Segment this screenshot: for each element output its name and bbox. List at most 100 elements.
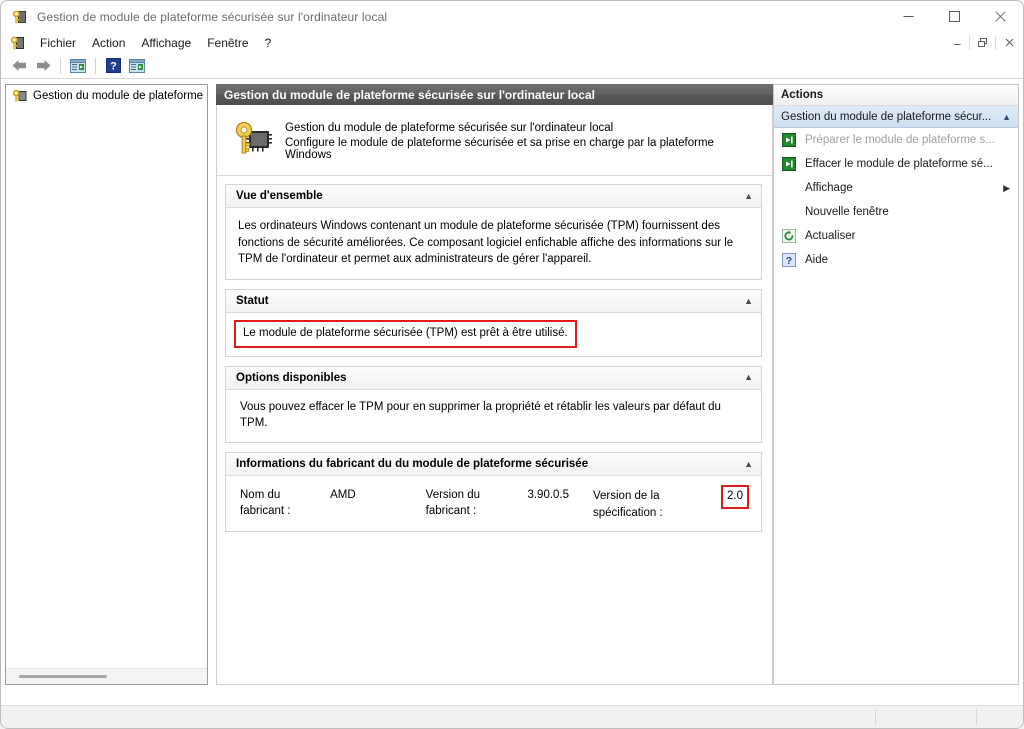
title-bar: Gestion de module de plateforme sécurisé… bbox=[1, 1, 1023, 32]
show-hide-tree-icon[interactable] bbox=[66, 55, 90, 77]
section-overview-header[interactable]: Vue d'ensemble ▲ bbox=[226, 185, 761, 208]
window-controls bbox=[885, 1, 1023, 32]
action-prepare-tpm-label: Préparer le module de plateforme s... bbox=[805, 134, 995, 146]
chevron-up-icon[interactable]: ▲ bbox=[744, 296, 753, 306]
content-pane-header: Gestion du module de plateforme sécurisé… bbox=[216, 84, 773, 105]
back-arrow-icon[interactable] bbox=[7, 55, 31, 77]
section-manufacturer-info-header[interactable]: Informations du fabricant du du module d… bbox=[226, 453, 761, 477]
section-available-options-header[interactable]: Options disponibles ▲ bbox=[226, 366, 761, 390]
field-spec-version-label: Version de la spécification : bbox=[592, 490, 663, 519]
section-overview: Vue d'ensemble ▲ Les ordinateurs Windows… bbox=[225, 184, 762, 281]
intro-banner: Gestion du module de plateforme sécurisé… bbox=[217, 105, 772, 176]
chevron-up-icon[interactable]: ▲ bbox=[744, 191, 753, 201]
actions-pane: Actions Gestion du module de plateforme … bbox=[773, 84, 1019, 685]
no-icon-placeholder bbox=[781, 180, 797, 196]
tpm-key-chip-large-icon bbox=[231, 119, 275, 159]
refresh-icon bbox=[781, 228, 797, 244]
action-aide-label: Aide bbox=[805, 254, 829, 266]
field-manufacturer-name-value: AMD bbox=[330, 488, 356, 501]
status-highlight-box: Le module de plateforme sécurisée (TPM) … bbox=[234, 320, 577, 348]
action-affichage[interactable]: Affichage ▶ bbox=[774, 176, 1018, 200]
action-aide[interactable]: ? Aide bbox=[774, 248, 1018, 272]
mmc-window: Gestion de module de plateforme sécurisé… bbox=[0, 0, 1024, 729]
section-status-header[interactable]: Statut ▲ bbox=[226, 290, 761, 314]
actions-pane-header: Actions bbox=[774, 85, 1018, 106]
section-status-title: Statut bbox=[236, 295, 269, 308]
tree-horizontal-scrollbar[interactable] bbox=[6, 668, 207, 684]
action-affichage-label: Affichage bbox=[805, 182, 853, 194]
menu-item-fenetre[interactable]: Fenêtre bbox=[200, 34, 255, 52]
toolbar: ? bbox=[1, 53, 1023, 79]
action-nouvelle-fenetre[interactable]: Nouvelle fenêtre bbox=[774, 200, 1018, 224]
field-manufacturer-name: Nom du fabricant : AMD bbox=[240, 487, 356, 520]
section-available-options-body: Vous pouvez effacer le TPM pour en suppr… bbox=[240, 400, 721, 430]
pane-splitter[interactable] bbox=[208, 84, 216, 685]
field-spec-version-value: 2.0 bbox=[727, 490, 743, 503]
chevron-up-icon[interactable]: ▲ bbox=[744, 459, 753, 469]
help-icon[interactable]: ? bbox=[101, 55, 125, 77]
menu-item-affichage[interactable]: Affichage bbox=[134, 34, 198, 52]
field-spec-version: Version de la spécification : 2.0 bbox=[593, 485, 749, 521]
help-icon: ? bbox=[781, 252, 797, 268]
status-segment-3 bbox=[977, 706, 1023, 728]
action-actualiser-label: Actualiser bbox=[805, 230, 856, 242]
toolbar-separator bbox=[95, 57, 96, 74]
chevron-right-icon[interactable]: ▶ bbox=[1003, 183, 1010, 194]
status-segment-2 bbox=[876, 706, 976, 728]
status-segment-1 bbox=[1, 706, 875, 728]
field-manufacturer-name-label: Nom du fabricant : bbox=[240, 488, 291, 518]
action-nouvelle-fenetre-label: Nouvelle fenêtre bbox=[805, 206, 889, 218]
content-pane-body: Gestion du module de plateforme sécurisé… bbox=[216, 105, 773, 685]
field-manufacturer-version-value: 3.90.0.5 bbox=[527, 488, 570, 501]
actions-group-label: Gestion du module de plateforme sécur... bbox=[781, 110, 992, 123]
mdi-window-controls bbox=[947, 34, 1023, 51]
action-clear-tpm-label: Effacer le module de plateforme sé... bbox=[805, 158, 993, 170]
actions-group-header[interactable]: Gestion du module de plateforme sécur...… bbox=[774, 106, 1018, 128]
section-manufacturer-info-body: Nom du fabricant : AMD Version du fabric… bbox=[226, 476, 761, 531]
mdi-close-button[interactable] bbox=[1000, 34, 1018, 51]
close-button[interactable] bbox=[977, 1, 1023, 32]
green-arrow-icon bbox=[781, 132, 797, 148]
menu-item-help[interactable]: ? bbox=[258, 34, 279, 52]
field-manufacturer-version-label: Version du fabricant : bbox=[425, 488, 481, 518]
window-title: Gestion de module de plateforme sécurisé… bbox=[37, 9, 388, 24]
tree-scrollbar-thumb[interactable] bbox=[19, 675, 107, 678]
action-clear-tpm[interactable]: Effacer le module de plateforme sé... bbox=[774, 152, 1018, 176]
tpm-key-chip-icon bbox=[10, 35, 26, 51]
manufacturer-fields-row: Nom du fabricant : AMD Version du fabric… bbox=[240, 485, 749, 521]
status-bar bbox=[1, 705, 1023, 728]
action-prepare-tpm[interactable]: Préparer le module de plateforme s... bbox=[774, 128, 1018, 152]
svg-text:?: ? bbox=[110, 61, 117, 73]
tpm-key-chip-icon bbox=[12, 88, 28, 104]
green-arrow-icon bbox=[781, 156, 797, 172]
workspace: Gestion du module de plateforme : Gestio… bbox=[1, 80, 1023, 689]
chevron-up-icon[interactable]: ▲ bbox=[1002, 112, 1011, 122]
console-tree-pane: Gestion du module de plateforme : bbox=[5, 84, 208, 685]
menu-bar: Fichier Action Affichage Fenêtre ? bbox=[1, 32, 1023, 54]
mdi-separator bbox=[969, 35, 970, 50]
field-manufacturer-version: Version du fabricant : 3.90.0.5 bbox=[426, 487, 569, 520]
no-icon-placeholder bbox=[781, 204, 797, 220]
section-status: Statut ▲ Le module de plateforme sécuris… bbox=[225, 289, 762, 357]
section-manufacturer-info-title: Informations du fabricant du du module d… bbox=[236, 458, 589, 471]
section-available-options: Options disponibles ▲ Vous pouvez efface… bbox=[225, 365, 762, 444]
toolbar-separator bbox=[60, 57, 61, 74]
mdi-minimize-button[interactable] bbox=[948, 34, 966, 51]
action-actualiser[interactable]: Actualiser bbox=[774, 224, 1018, 248]
menu-item-fichier[interactable]: Fichier bbox=[33, 34, 83, 52]
maximize-button[interactable] bbox=[931, 1, 977, 32]
spec-version-highlight-box: 2.0 bbox=[721, 485, 749, 509]
section-overview-body: Les ordinateurs Windows contenant un mod… bbox=[238, 220, 734, 266]
minimize-button[interactable] bbox=[885, 1, 931, 32]
content-pane: Gestion du module de plateforme sécurisé… bbox=[216, 84, 773, 685]
mdi-separator bbox=[995, 35, 996, 50]
menu-item-action[interactable]: Action bbox=[85, 34, 132, 52]
tpm-key-chip-icon bbox=[12, 9, 28, 25]
forward-arrow-icon[interactable] bbox=[31, 55, 55, 77]
show-hide-action-pane-icon[interactable] bbox=[125, 55, 149, 77]
section-manufacturer-info: Informations du fabricant du du module d… bbox=[225, 452, 762, 533]
mdi-restore-button[interactable] bbox=[974, 34, 992, 51]
tree-item-label: Gestion du module de plateforme : bbox=[33, 90, 208, 102]
tree-item-tpm-management[interactable]: Gestion du module de plateforme : bbox=[6, 87, 207, 105]
chevron-up-icon[interactable]: ▲ bbox=[744, 373, 753, 382]
